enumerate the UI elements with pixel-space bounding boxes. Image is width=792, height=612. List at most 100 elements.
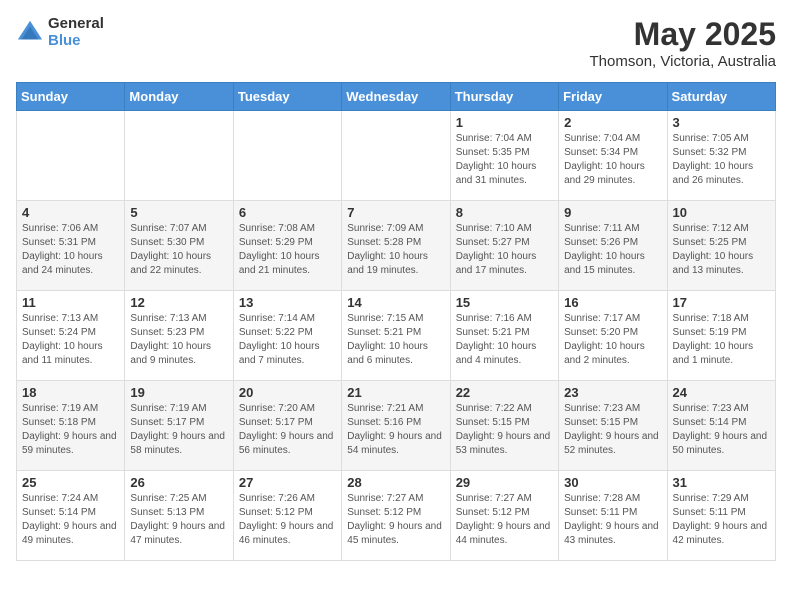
calendar-cell: 17Sunrise: 7:18 AMSunset: 5:19 PMDayligh…	[667, 291, 775, 381]
day-number: 23	[564, 385, 661, 400]
day-info: Sunrise: 7:25 AMSunset: 5:13 PMDaylight:…	[130, 492, 227, 548]
weekday-header-tuesday: Tuesday	[233, 83, 341, 111]
calendar-week-row: 11 Sunrise: 7:13 AMSunset: 5:24 PMDayligh…	[17, 291, 776, 381]
weekday-header-monday: Monday	[125, 83, 233, 111]
weekday-header-row: SundayMondayTuesdayWednesdayThursdayFrid…	[17, 83, 776, 111]
calendar-cell: 21 Sunrise: 7:21 AMSunset: 5:16 PMDayligh…	[342, 381, 450, 471]
day-info: Sunrise: 7:10 AMSunset: 5:27 PMDaylight:…	[456, 222, 553, 278]
day-info: Sunrise: 7:27 AMSunset: 5:12 PMDaylight:…	[347, 492, 444, 548]
calendar-cell: 13 Sunrise: 7:14 AMSunset: 5:22 PMDayligh…	[233, 291, 341, 381]
calendar-cell: 29 Sunrise: 7:27 AMSunset: 5:12 PMDayligh…	[450, 471, 558, 561]
day-info: Sunrise: 7:19 AMSunset: 5:18 PMDaylight:…	[22, 402, 119, 458]
weekday-header-friday: Friday	[559, 83, 667, 111]
calendar-week-row: 4 Sunrise: 7:06 AMSunset: 5:31 PMDaylight…	[17, 201, 776, 291]
weekday-header-saturday: Saturday	[667, 83, 775, 111]
day-number: 6	[239, 205, 336, 220]
day-number: 27	[239, 475, 336, 490]
calendar-cell: 12Sunrise: 7:13 AMSunset: 5:23 PMDayligh…	[125, 291, 233, 381]
page-header: General Blue May 2025 Thomson, Victoria,…	[16, 16, 776, 70]
day-number: 11	[22, 295, 119, 310]
day-number: 4	[22, 205, 119, 220]
main-title: May 2025	[590, 16, 776, 53]
calendar-cell: 16 Sunrise: 7:17 AMSunset: 5:20 PMDayligh…	[559, 291, 667, 381]
weekday-header-thursday: Thursday	[450, 83, 558, 111]
calendar-cell: 2Sunrise: 7:04 AMSunset: 5:34 PMDaylight…	[559, 111, 667, 201]
calendar-cell: 9Sunrise: 7:11 AMSunset: 5:26 PMDaylight…	[559, 201, 667, 291]
calendar-cell: 15 Sunrise: 7:16 AMSunset: 5:21 PMDayligh…	[450, 291, 558, 381]
calendar-cell: 20 Sunrise: 7:20 AMSunset: 5:17 PMDayligh…	[233, 381, 341, 471]
calendar-cell: 6Sunrise: 7:08 AMSunset: 5:29 PMDaylight…	[233, 201, 341, 291]
day-info: Sunrise: 7:16 AMSunset: 5:21 PMDaylight:…	[456, 312, 553, 368]
day-info: Sunrise: 7:23 AMSunset: 5:15 PMDaylight:…	[564, 402, 661, 458]
calendar-cell: 14 Sunrise: 7:15 AMSunset: 5:21 PMDayligh…	[342, 291, 450, 381]
calendar-table: SundayMondayTuesdayWednesdayThursdayFrid…	[16, 82, 776, 561]
day-info: Sunrise: 7:24 AMSunset: 5:14 PMDaylight:…	[22, 492, 119, 548]
day-info: Sunrise: 7:06 AMSunset: 5:31 PMDaylight:…	[22, 222, 119, 278]
day-number: 26	[130, 475, 227, 490]
calendar-cell: 5 Sunrise: 7:07 AMSunset: 5:30 PMDaylight…	[125, 201, 233, 291]
day-info: Sunrise: 7:13 AMSunset: 5:24 PMDaylight:…	[22, 312, 119, 368]
calendar-cell: 10 Sunrise: 7:12 AMSunset: 5:25 PMDayligh…	[667, 201, 775, 291]
day-info: Sunrise: 7:17 AMSunset: 5:20 PMDaylight:…	[564, 312, 661, 368]
day-info: Sunrise: 7:21 AMSunset: 5:16 PMDaylight:…	[347, 402, 444, 458]
day-number: 19	[130, 385, 227, 400]
day-info: Sunrise: 7:15 AMSunset: 5:21 PMDaylight:…	[347, 312, 444, 368]
calendar-cell: 4 Sunrise: 7:06 AMSunset: 5:31 PMDaylight…	[17, 201, 125, 291]
calendar-cell: 3Sunrise: 7:05 AMSunset: 5:32 PMDaylight…	[667, 111, 775, 201]
day-number: 28	[347, 475, 444, 490]
day-info: Sunrise: 7:19 AMSunset: 5:17 PMDaylight:…	[130, 402, 227, 458]
day-info: Sunrise: 7:04 AMSunset: 5:34 PMDaylight:…	[564, 132, 661, 188]
day-info: Sunrise: 7:20 AMSunset: 5:17 PMDaylight:…	[239, 402, 336, 458]
day-number: 8	[456, 205, 553, 220]
calendar-week-row: 25Sunrise: 7:24 AMSunset: 5:14 PMDayligh…	[17, 471, 776, 561]
day-info: Sunrise: 7:29 AMSunset: 5:11 PMDaylight:…	[673, 492, 770, 548]
day-number: 22	[456, 385, 553, 400]
day-number: 13	[239, 295, 336, 310]
day-number: 24	[673, 385, 770, 400]
calendar-cell: 31Sunrise: 7:29 AMSunset: 5:11 PMDayligh…	[667, 471, 775, 561]
logo: General Blue	[16, 16, 104, 49]
logo-text: General Blue	[48, 16, 104, 49]
calendar-cell: 7 Sunrise: 7:09 AMSunset: 5:28 PMDaylight…	[342, 201, 450, 291]
day-number: 15	[456, 295, 553, 310]
day-info: Sunrise: 7:28 AMSunset: 5:11 PMDaylight:…	[564, 492, 661, 548]
logo-icon	[16, 19, 44, 47]
calendar-week-row: 1Sunrise: 7:04 AMSunset: 5:35 PMDaylight…	[17, 111, 776, 201]
weekday-header-sunday: Sunday	[17, 83, 125, 111]
day-number: 5	[130, 205, 227, 220]
day-info: Sunrise: 7:26 AMSunset: 5:12 PMDaylight:…	[239, 492, 336, 548]
day-number: 9	[564, 205, 661, 220]
calendar-cell: 24Sunrise: 7:23 AMSunset: 5:14 PMDayligh…	[667, 381, 775, 471]
weekday-header-wednesday: Wednesday	[342, 83, 450, 111]
calendar-cell: 27 Sunrise: 7:26 AMSunset: 5:12 PMDayligh…	[233, 471, 341, 561]
calendar-cell	[233, 111, 341, 201]
day-number: 18	[22, 385, 119, 400]
day-number: 10	[673, 205, 770, 220]
day-info: Sunrise: 7:05 AMSunset: 5:32 PMDaylight:…	[673, 132, 770, 188]
day-number: 21	[347, 385, 444, 400]
day-info: Sunrise: 7:22 AMSunset: 5:15 PMDaylight:…	[456, 402, 553, 458]
day-number: 12	[130, 295, 227, 310]
day-number: 14	[347, 295, 444, 310]
day-info: Sunrise: 7:12 AMSunset: 5:25 PMDaylight:…	[673, 222, 770, 278]
day-number: 29	[456, 475, 553, 490]
day-info: Sunrise: 7:09 AMSunset: 5:28 PMDaylight:…	[347, 222, 444, 278]
calendar-cell: 8 Sunrise: 7:10 AMSunset: 5:27 PMDaylight…	[450, 201, 558, 291]
day-number: 16	[564, 295, 661, 310]
calendar-cell: 26 Sunrise: 7:25 AMSunset: 5:13 PMDayligh…	[125, 471, 233, 561]
day-number: 20	[239, 385, 336, 400]
calendar-cell: 1Sunrise: 7:04 AMSunset: 5:35 PMDaylight…	[450, 111, 558, 201]
calendar-cell: 30Sunrise: 7:28 AMSunset: 5:11 PMDayligh…	[559, 471, 667, 561]
day-number: 1	[456, 115, 553, 130]
calendar-cell	[342, 111, 450, 201]
logo-blue: Blue	[48, 33, 104, 50]
day-info: Sunrise: 7:14 AMSunset: 5:22 PMDaylight:…	[239, 312, 336, 368]
title-block: May 2025 Thomson, Victoria, Australia	[590, 16, 776, 70]
day-info: Sunrise: 7:27 AMSunset: 5:12 PMDaylight:…	[456, 492, 553, 548]
day-info: Sunrise: 7:07 AMSunset: 5:30 PMDaylight:…	[130, 222, 227, 278]
day-number: 7	[347, 205, 444, 220]
subtitle: Thomson, Victoria, Australia	[590, 53, 776, 70]
calendar-cell: 22 Sunrise: 7:22 AMSunset: 5:15 PMDayligh…	[450, 381, 558, 471]
calendar-cell: 19 Sunrise: 7:19 AMSunset: 5:17 PMDayligh…	[125, 381, 233, 471]
calendar-cell: 11 Sunrise: 7:13 AMSunset: 5:24 PMDayligh…	[17, 291, 125, 381]
